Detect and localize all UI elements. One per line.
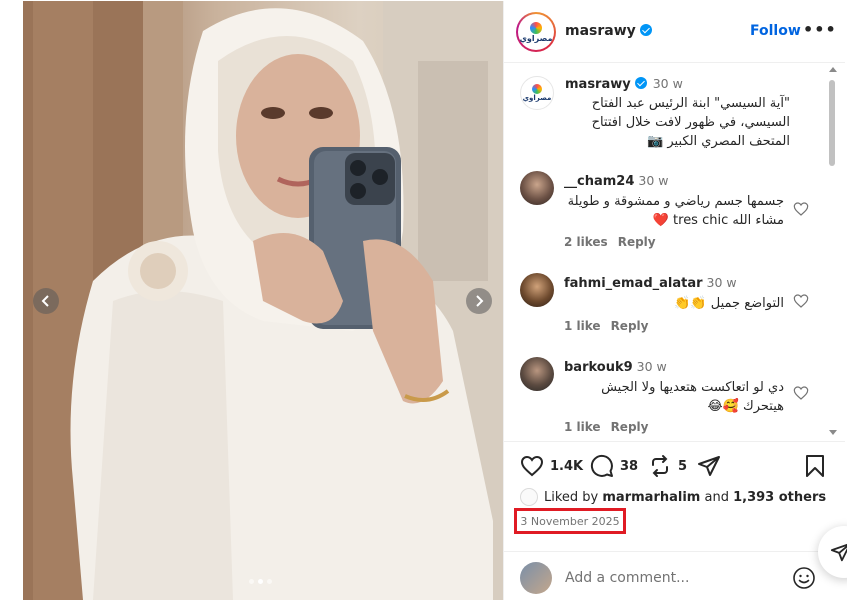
caption-author-avatar[interactable]: مصراوي xyxy=(520,76,554,110)
comment-username-line: __cham24 30 w xyxy=(564,173,668,189)
chevron-left-icon xyxy=(41,295,49,307)
comment-like-heart-icon[interactable] xyxy=(793,385,809,401)
action-bar: 1.4K 38 5 xyxy=(520,454,830,480)
comment-button[interactable]: 38 xyxy=(590,454,638,478)
date-highlight-box: 3 November 2025 xyxy=(514,508,626,534)
paper-plane-icon xyxy=(830,543,847,562)
comment-reply-button[interactable]: Reply xyxy=(611,420,649,434)
follow-button[interactable]: Follow xyxy=(750,23,801,39)
post-details-panel: مصراوي masrawy Follow ••• مصراوي masrawy… xyxy=(503,1,845,601)
heart-icon xyxy=(520,455,544,477)
comment-like-heart-icon[interactable] xyxy=(793,293,809,309)
comment-time: 30 w xyxy=(638,173,669,188)
post-actions-section: 1.4K 38 5 Liked by marmarhalim and 1,393… xyxy=(504,441,845,601)
repost-button[interactable]: 5 xyxy=(648,454,687,478)
comment-username[interactable]: fahmi_emad_alatar xyxy=(564,276,703,291)
liked-by-and: and xyxy=(704,489,729,505)
bookmark-icon xyxy=(806,455,824,477)
brand-logo-icon xyxy=(531,84,542,94)
add-comment-bar xyxy=(504,551,845,601)
commenter-avatar[interactable] xyxy=(520,357,554,391)
caption-text: "آية السيسي" ابنة الرئيس عبد الفتاح السي… xyxy=(591,96,790,149)
comment-text: دي لو اتعاكست هتعديها ولا الجيش هيتحرك 🥰… xyxy=(601,380,784,414)
comment-likes[interactable]: 2 likes xyxy=(564,235,608,249)
like-count[interactable]: 1.4K xyxy=(550,459,583,474)
author-username-container[interactable]: masrawy xyxy=(565,23,652,39)
save-button[interactable] xyxy=(804,454,826,478)
liked-by-others[interactable]: 1,393 others xyxy=(733,490,826,505)
comment-username-line: barkouk9 30 w xyxy=(564,359,667,375)
comment-bubble-icon xyxy=(590,454,613,477)
author-avatar[interactable]: مصراوي xyxy=(516,12,556,52)
comment-reply-button[interactable]: Reply xyxy=(618,235,656,249)
scroll-down-arrow-icon[interactable] xyxy=(829,430,837,435)
comment-time: 30 w xyxy=(706,275,737,290)
caption-username-line: masrawy 30 w xyxy=(565,76,683,92)
emoji-icon[interactable] xyxy=(792,566,816,590)
more-options-button[interactable]: ••• xyxy=(803,22,837,38)
carousel-indicator xyxy=(249,579,272,584)
caption-time[interactable]: 30 w xyxy=(653,76,683,91)
like-button[interactable]: 1.4K xyxy=(520,454,583,478)
post-photo-illustration xyxy=(23,1,503,600)
commenter-avatar[interactable] xyxy=(520,273,554,307)
comments-scrollbar[interactable] xyxy=(826,64,838,440)
liked-by-line: Liked by marmarhalim and 1,393 others xyxy=(520,488,826,506)
scrollbar-thumb[interactable] xyxy=(829,80,835,166)
add-comment-input[interactable] xyxy=(565,568,785,588)
comment-username[interactable]: barkouk9 xyxy=(564,360,633,375)
scroll-up-arrow-icon[interactable] xyxy=(829,67,837,72)
comment-username[interactable]: __cham24 xyxy=(564,174,634,189)
comment-meta: 1 like Reply xyxy=(564,319,658,333)
paper-plane-icon xyxy=(698,456,720,476)
liked-by-prefix: Liked by xyxy=(544,489,599,505)
post-header: مصراوي masrawy Follow ••• xyxy=(504,1,845,63)
comment-reply-button[interactable]: Reply xyxy=(611,319,649,333)
post-photo[interactable] xyxy=(23,1,503,600)
caption-username[interactable]: masrawy xyxy=(565,77,631,92)
next-slide-button[interactable] xyxy=(466,288,492,314)
verified-badge-icon xyxy=(639,24,652,36)
repost-icon xyxy=(652,455,668,477)
comments-list: مصراوي masrawy 30 w "آية السيسي" ابنة الر… xyxy=(504,64,845,440)
verified-badge-icon xyxy=(634,77,647,89)
comment-meta: 2 likes Reply xyxy=(564,235,666,249)
brand-logo-icon xyxy=(530,21,542,34)
comment-text: جسمها جسم رياضي و ممشوقة و طويلة مشاء ال… xyxy=(567,194,784,228)
repost-count: 5 xyxy=(678,458,688,474)
previous-slide-button[interactable] xyxy=(33,288,59,314)
commenter-avatar[interactable] xyxy=(520,171,554,205)
liked-by-user[interactable]: marmarhalim xyxy=(602,490,700,505)
post-date[interactable]: 3 November 2025 xyxy=(520,515,619,528)
liked-by-avatar[interactable] xyxy=(520,488,538,506)
brand-logo-text: مصراوي xyxy=(522,94,552,102)
carousel-dot xyxy=(249,579,254,584)
author-username[interactable]: masrawy xyxy=(565,23,636,39)
carousel-dot xyxy=(267,579,272,584)
brand-logo-text: مصراوي xyxy=(519,33,553,43)
comment-username-line: fahmi_emad_alatar 30 w xyxy=(564,275,737,291)
share-button[interactable] xyxy=(697,454,721,478)
chevron-right-icon xyxy=(476,295,484,307)
carousel-dot-active xyxy=(258,579,263,584)
comment-text: التواضع جميل 👏👏 xyxy=(674,296,784,311)
current-user-avatar[interactable] xyxy=(520,562,552,594)
comment-time: 30 w xyxy=(636,359,667,374)
comment-likes[interactable]: 1 like xyxy=(564,420,601,434)
comment-like-heart-icon[interactable] xyxy=(793,201,809,217)
instagram-post-viewer: مصراوي masrawy Follow ••• مصراوي masrawy… xyxy=(0,0,847,612)
comment-count: 38 xyxy=(620,458,639,474)
comment-meta: 1 like Reply xyxy=(564,420,658,434)
comment-likes[interactable]: 1 like xyxy=(564,319,601,333)
